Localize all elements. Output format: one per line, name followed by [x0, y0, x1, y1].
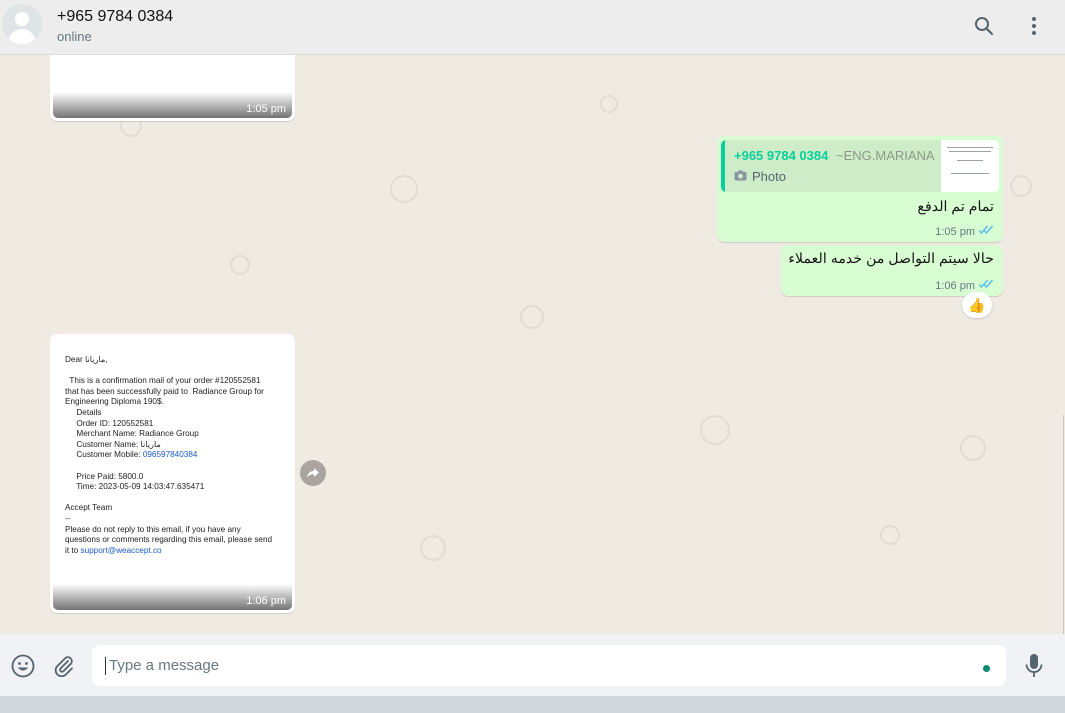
message-meta: 1:05 pm	[935, 225, 994, 238]
reaction-thumbs-up[interactable]: 👍	[962, 292, 992, 318]
email-line: that has been successfully paid to Radia…	[65, 386, 264, 396]
email-screenshot[interactable]: Dear ماريانا, ​ This is a confirmation m…	[53, 337, 292, 610]
message-time: 1:05 pm	[935, 225, 975, 238]
email-line: Order ID: 120552581	[65, 418, 154, 428]
double-check-icon	[978, 225, 994, 238]
input-status-dot	[983, 665, 990, 672]
message-placeholder: Type a message	[109, 657, 220, 674]
forward-icon[interactable]	[300, 460, 326, 486]
email-mobile-row: Customer Mobile: 096597840384	[65, 450, 292, 461]
attach-icon[interactable]	[51, 653, 77, 679]
contact-status: online	[57, 29, 92, 44]
chat-header: +965 9784 0384 online	[0, 0, 1065, 55]
email-line: Dear ماريانا,	[65, 355, 108, 364]
quoted-message[interactable]: +965 9784 0384 ~ENG.MARIANA Photo	[721, 140, 999, 192]
wallpaper-doodle	[230, 255, 250, 275]
quote-type: Photo	[734, 169, 786, 184]
quote-push-name: ~ENG.MARIANA	[836, 148, 935, 163]
email-line: Accept Team	[65, 503, 113, 513]
email-line: ​	[65, 493, 292, 504]
thumbnail-text-line	[957, 160, 983, 161]
mic-icon[interactable]	[1021, 653, 1047, 679]
email-content: Dear ماريانا, ​ This is a confirmation m…	[65, 355, 292, 556]
outgoing-message[interactable]: حالا سيتم التواصل من خدمه العملاء 1:06 p…	[781, 245, 1003, 296]
double-check-icon	[978, 279, 994, 292]
email-line: ​	[65, 366, 292, 377]
wallpaper-doodle	[960, 435, 986, 461]
text-caret	[105, 657, 106, 675]
email-line: Customer Mobile:	[65, 450, 143, 460]
window-bottom-strip	[0, 696, 1065, 713]
quote-thumbnail	[941, 140, 999, 192]
message-text: حالا سيتم التواصل من خدمه العملاء	[788, 251, 994, 267]
email-line: it to	[65, 545, 81, 555]
message-meta: 1:06 pm	[935, 279, 994, 292]
email-line: ​	[65, 461, 292, 472]
email-support-row: it to support@weaccept.co	[65, 546, 292, 557]
email-line: Time: 2023-05-09 14:03:47.635471	[65, 482, 205, 492]
scrollbar[interactable]	[1063, 415, 1064, 634]
email-line: --	[65, 513, 71, 523]
message-text: تمام تم الدفع	[917, 199, 994, 215]
email-line: questions or comments regarding this ema…	[65, 535, 273, 545]
wallpaper-doodle	[420, 535, 446, 561]
composer-bar: Type a message	[0, 634, 1065, 696]
message-time: 1:06 pm	[935, 279, 975, 292]
wallpaper-doodle	[520, 305, 544, 329]
contact-avatar[interactable]	[2, 4, 42, 44]
thumbnail-text-line	[949, 151, 991, 152]
quote-author: +965 9784 0384	[734, 148, 829, 163]
incoming-image-message[interactable]: Dear ماريانا, ​ This is a confirmation m…	[50, 334, 295, 613]
quote-type-label: Photo	[752, 169, 786, 184]
email-support-link: support@weaccept.co	[80, 545, 162, 555]
contact-name[interactable]: +965 9784 0384	[57, 8, 173, 26]
avatar-head-shape	[15, 12, 29, 26]
email-line: Merchant Name: Radiance Group	[65, 429, 199, 439]
email-line: Price Paid: 5800.0	[65, 471, 144, 481]
emoji-icon[interactable]	[10, 653, 36, 679]
thumbnail-text-line	[947, 147, 993, 148]
email-line: Customer Name: ماريانا	[65, 439, 161, 449]
email-mobile-link: 096597840384	[142, 450, 198, 460]
wallpaper-doodle	[700, 415, 730, 445]
incoming-image-message[interactable]: 1:05 pm	[50, 55, 295, 121]
message-time: 1:06 pm	[246, 595, 286, 607]
wallpaper-doodle	[1010, 175, 1032, 197]
menu-dots-icon[interactable]	[1022, 14, 1046, 38]
message-time: 1:05 pm	[246, 103, 286, 115]
wallpaper-doodle	[880, 525, 900, 545]
wallpaper-doodle	[600, 95, 618, 113]
outgoing-reply-message[interactable]: +965 9784 0384 ~ENG.MARIANA Photo تمام ت…	[717, 136, 1003, 242]
email-line: This is a confirmation mail of your orde…	[65, 376, 261, 386]
email-line: Engineering Diploma 190$.	[65, 397, 164, 407]
chat-area[interactable]: 1:05 pm +965 9784 0384 ~ENG.MARIANA Phot…	[0, 55, 1065, 634]
email-line: Details	[65, 407, 102, 417]
quote-accent-bar	[721, 140, 725, 192]
message-input[interactable]: Type a message	[92, 645, 1006, 686]
search-icon[interactable]	[972, 14, 996, 38]
camera-icon	[734, 169, 747, 184]
email-line: Please do not reply to this email, if yo…	[65, 524, 241, 534]
wallpaper-doodle	[390, 175, 418, 203]
avatar-body-shape	[8, 29, 36, 44]
thumbnail-text-line	[951, 173, 989, 174]
